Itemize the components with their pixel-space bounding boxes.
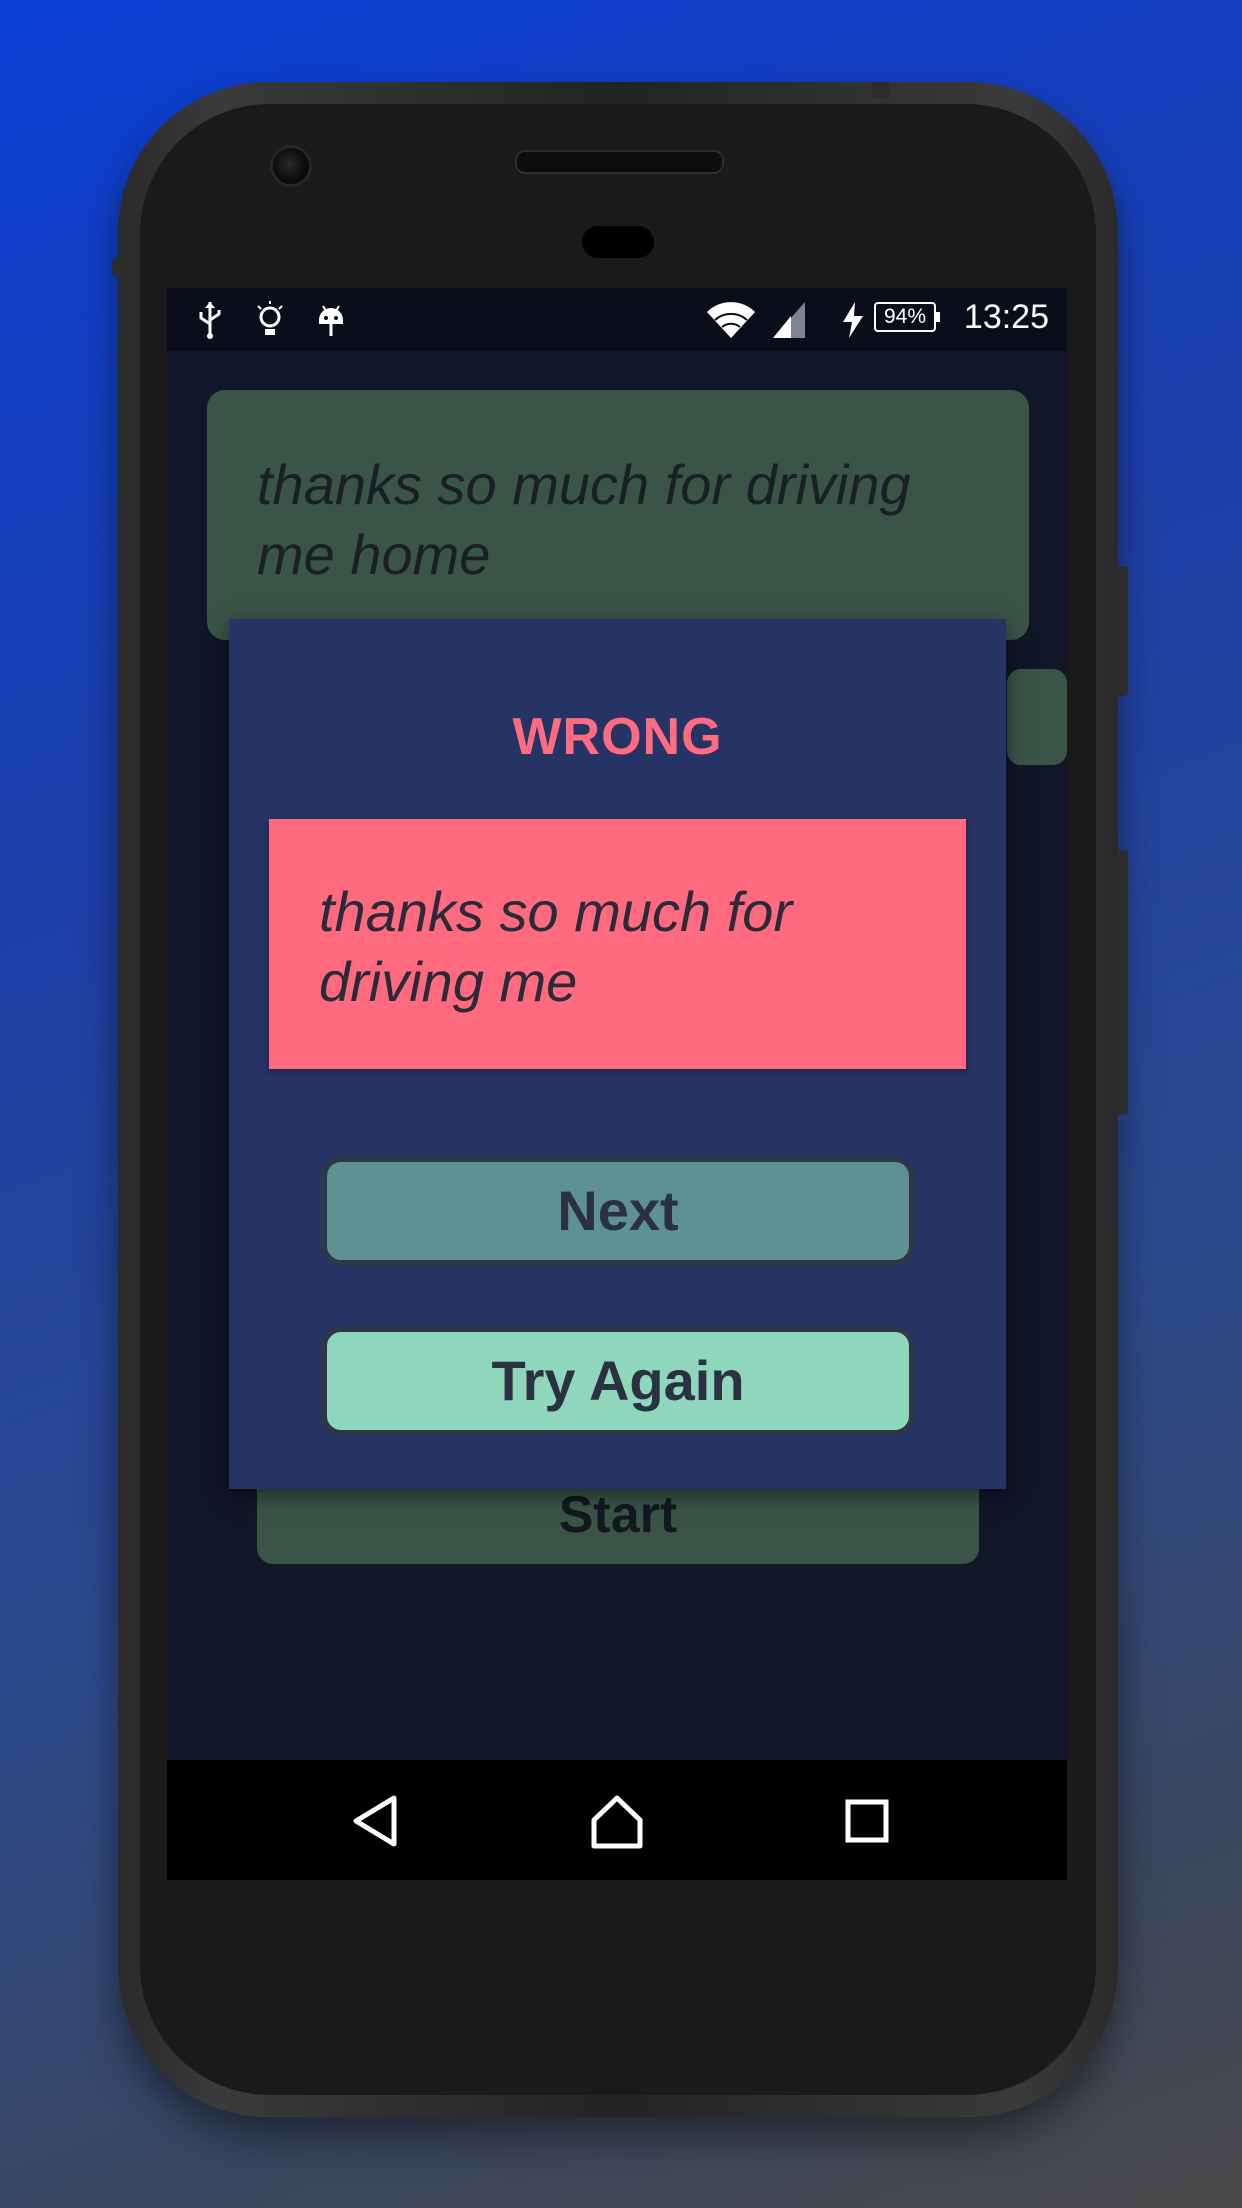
answer-text: thanks so much for driving me bbox=[319, 880, 793, 1013]
home-icon[interactable] bbox=[582, 1786, 652, 1856]
back-icon[interactable] bbox=[342, 1786, 412, 1856]
power-button bbox=[1116, 566, 1128, 696]
battery-indicator: 94% bbox=[874, 302, 940, 332]
result-dialog: WRONG thanks so much for driving me Next… bbox=[229, 619, 1006, 1489]
charging-bolt-icon bbox=[841, 300, 865, 345]
phone-screen: 94% 13:25 thanks so much for driving me … bbox=[167, 288, 1067, 1760]
left-side-button bbox=[112, 258, 122, 276]
earpiece-speaker bbox=[515, 150, 724, 174]
cell-signal-icon bbox=[771, 300, 807, 345]
usb-icon bbox=[195, 300, 225, 345]
android-debug-icon bbox=[315, 300, 347, 345]
status-time: 13:25 bbox=[963, 298, 1049, 336]
next-button[interactable]: Next bbox=[321, 1156, 915, 1266]
recents-icon[interactable] bbox=[832, 1786, 902, 1856]
try-again-button[interactable]: Try Again bbox=[321, 1326, 915, 1436]
volume-button bbox=[1116, 850, 1128, 1115]
top-notch-button bbox=[872, 82, 890, 98]
wifi-icon bbox=[705, 300, 757, 345]
dialog-title: WRONG bbox=[512, 708, 723, 766]
front-camera bbox=[270, 145, 312, 187]
lightbulb-icon bbox=[255, 300, 285, 345]
navigation-bar bbox=[167, 1760, 1067, 1880]
status-bar: 94% 13:25 bbox=[167, 288, 1067, 351]
app-content: thanks so much for driving me home Start… bbox=[167, 351, 1067, 1760]
phrase-card: thanks so much for driving me home bbox=[207, 390, 1029, 640]
background-input-edge bbox=[1007, 669, 1067, 765]
proximity-sensor bbox=[582, 226, 654, 258]
phrase-card-text: thanks so much for driving me home bbox=[257, 453, 911, 586]
answer-box: thanks so much for driving me bbox=[269, 819, 966, 1069]
